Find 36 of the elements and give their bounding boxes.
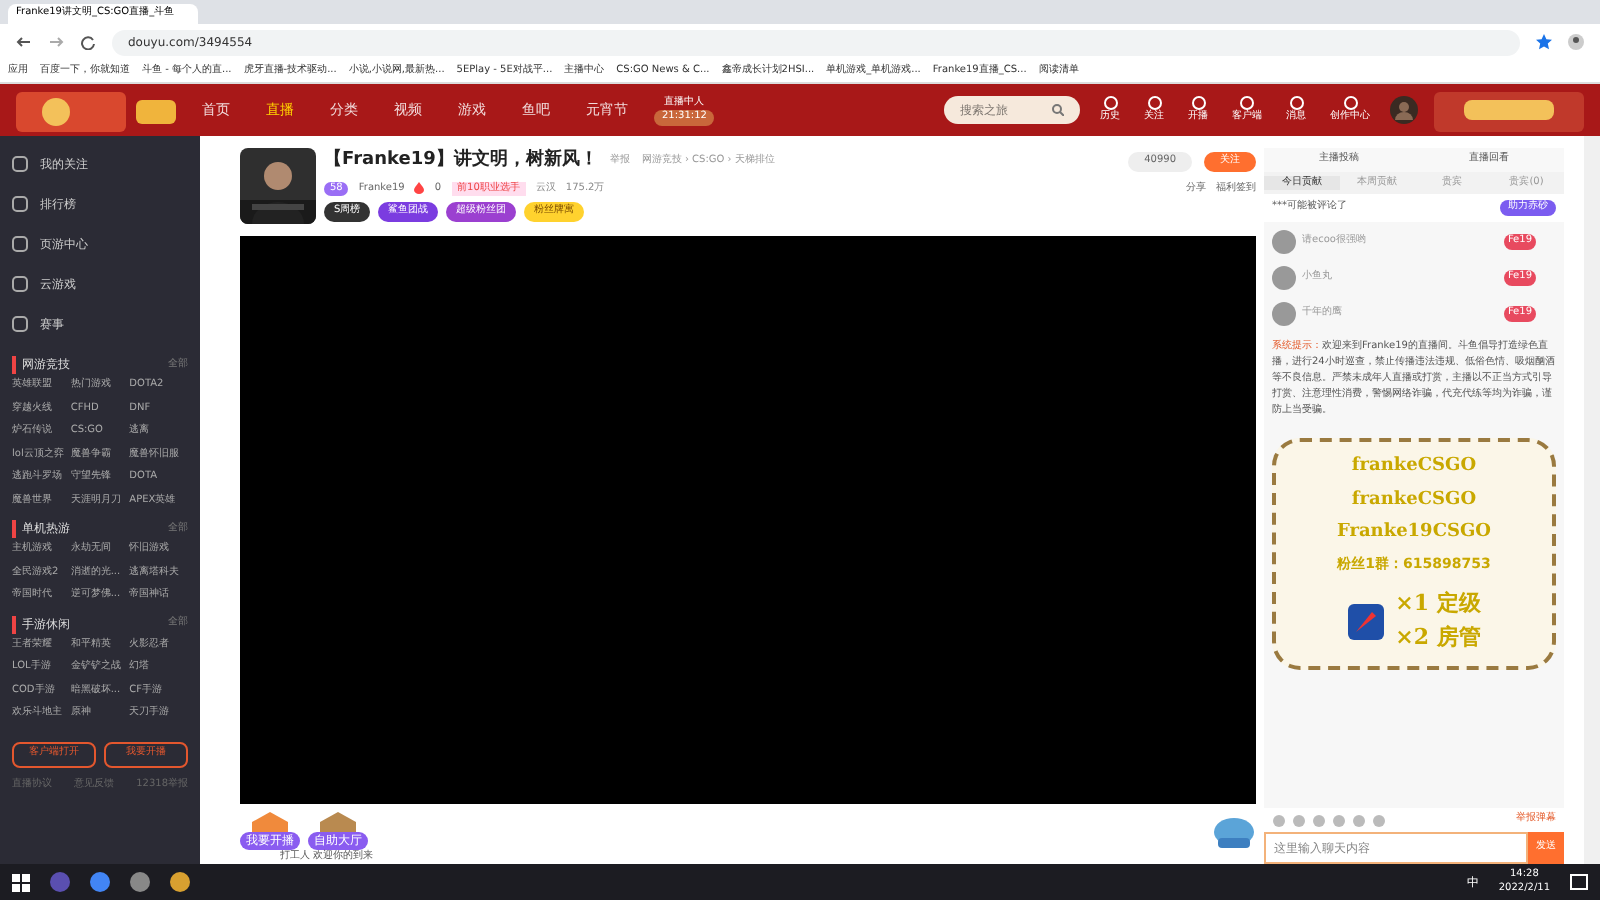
menu-item-icon — [12, 196, 28, 212]
notification-icon — [1570, 873, 1588, 891]
avatar-icon — [1272, 230, 1296, 254]
menu-item-icon — [12, 316, 28, 332]
scrollbar[interactable] — [1584, 136, 1600, 864]
avatar-icon — [1390, 96, 1418, 124]
house-icon — [316, 811, 360, 831]
reward-text: ×1 定级 — [1395, 588, 1481, 620]
nav-icon — [1240, 95, 1254, 110]
avatar-icon — [1272, 266, 1296, 290]
fire-icon — [414, 182, 425, 195]
menu-item-icon — [12, 276, 28, 292]
social-handle: frankeCSGO — [1351, 454, 1477, 480]
back-icon — [16, 34, 32, 50]
video-player[interactable] — [240, 235, 1256, 803]
reload-icon — [80, 34, 96, 50]
windows-icon — [12, 873, 30, 891]
reward-text: ×2 房管 — [1395, 621, 1481, 653]
rocket-icon — [1347, 603, 1384, 639]
forward-icon — [48, 34, 64, 50]
star-icon — [1536, 34, 1552, 50]
nav-icon — [1147, 95, 1161, 110]
avatar-icon — [1272, 302, 1296, 326]
social-handle: Franke19CSGO — [1336, 520, 1492, 546]
nav-icon — [1343, 95, 1357, 110]
menu-item-icon — [12, 236, 28, 252]
house-icon — [248, 811, 292, 831]
nav-icon — [1191, 95, 1205, 110]
room-title: 【Franke19】讲文明，树新风！ — [324, 148, 598, 174]
mascot-icon — [1212, 812, 1256, 848]
menu-item-icon — [12, 156, 28, 172]
nav-icon — [1289, 95, 1303, 110]
profile-icon — [1568, 34, 1584, 50]
search-icon — [1052, 104, 1064, 116]
nav-icon — [1103, 95, 1117, 110]
social-handle: frankeCSGO — [1351, 487, 1477, 513]
